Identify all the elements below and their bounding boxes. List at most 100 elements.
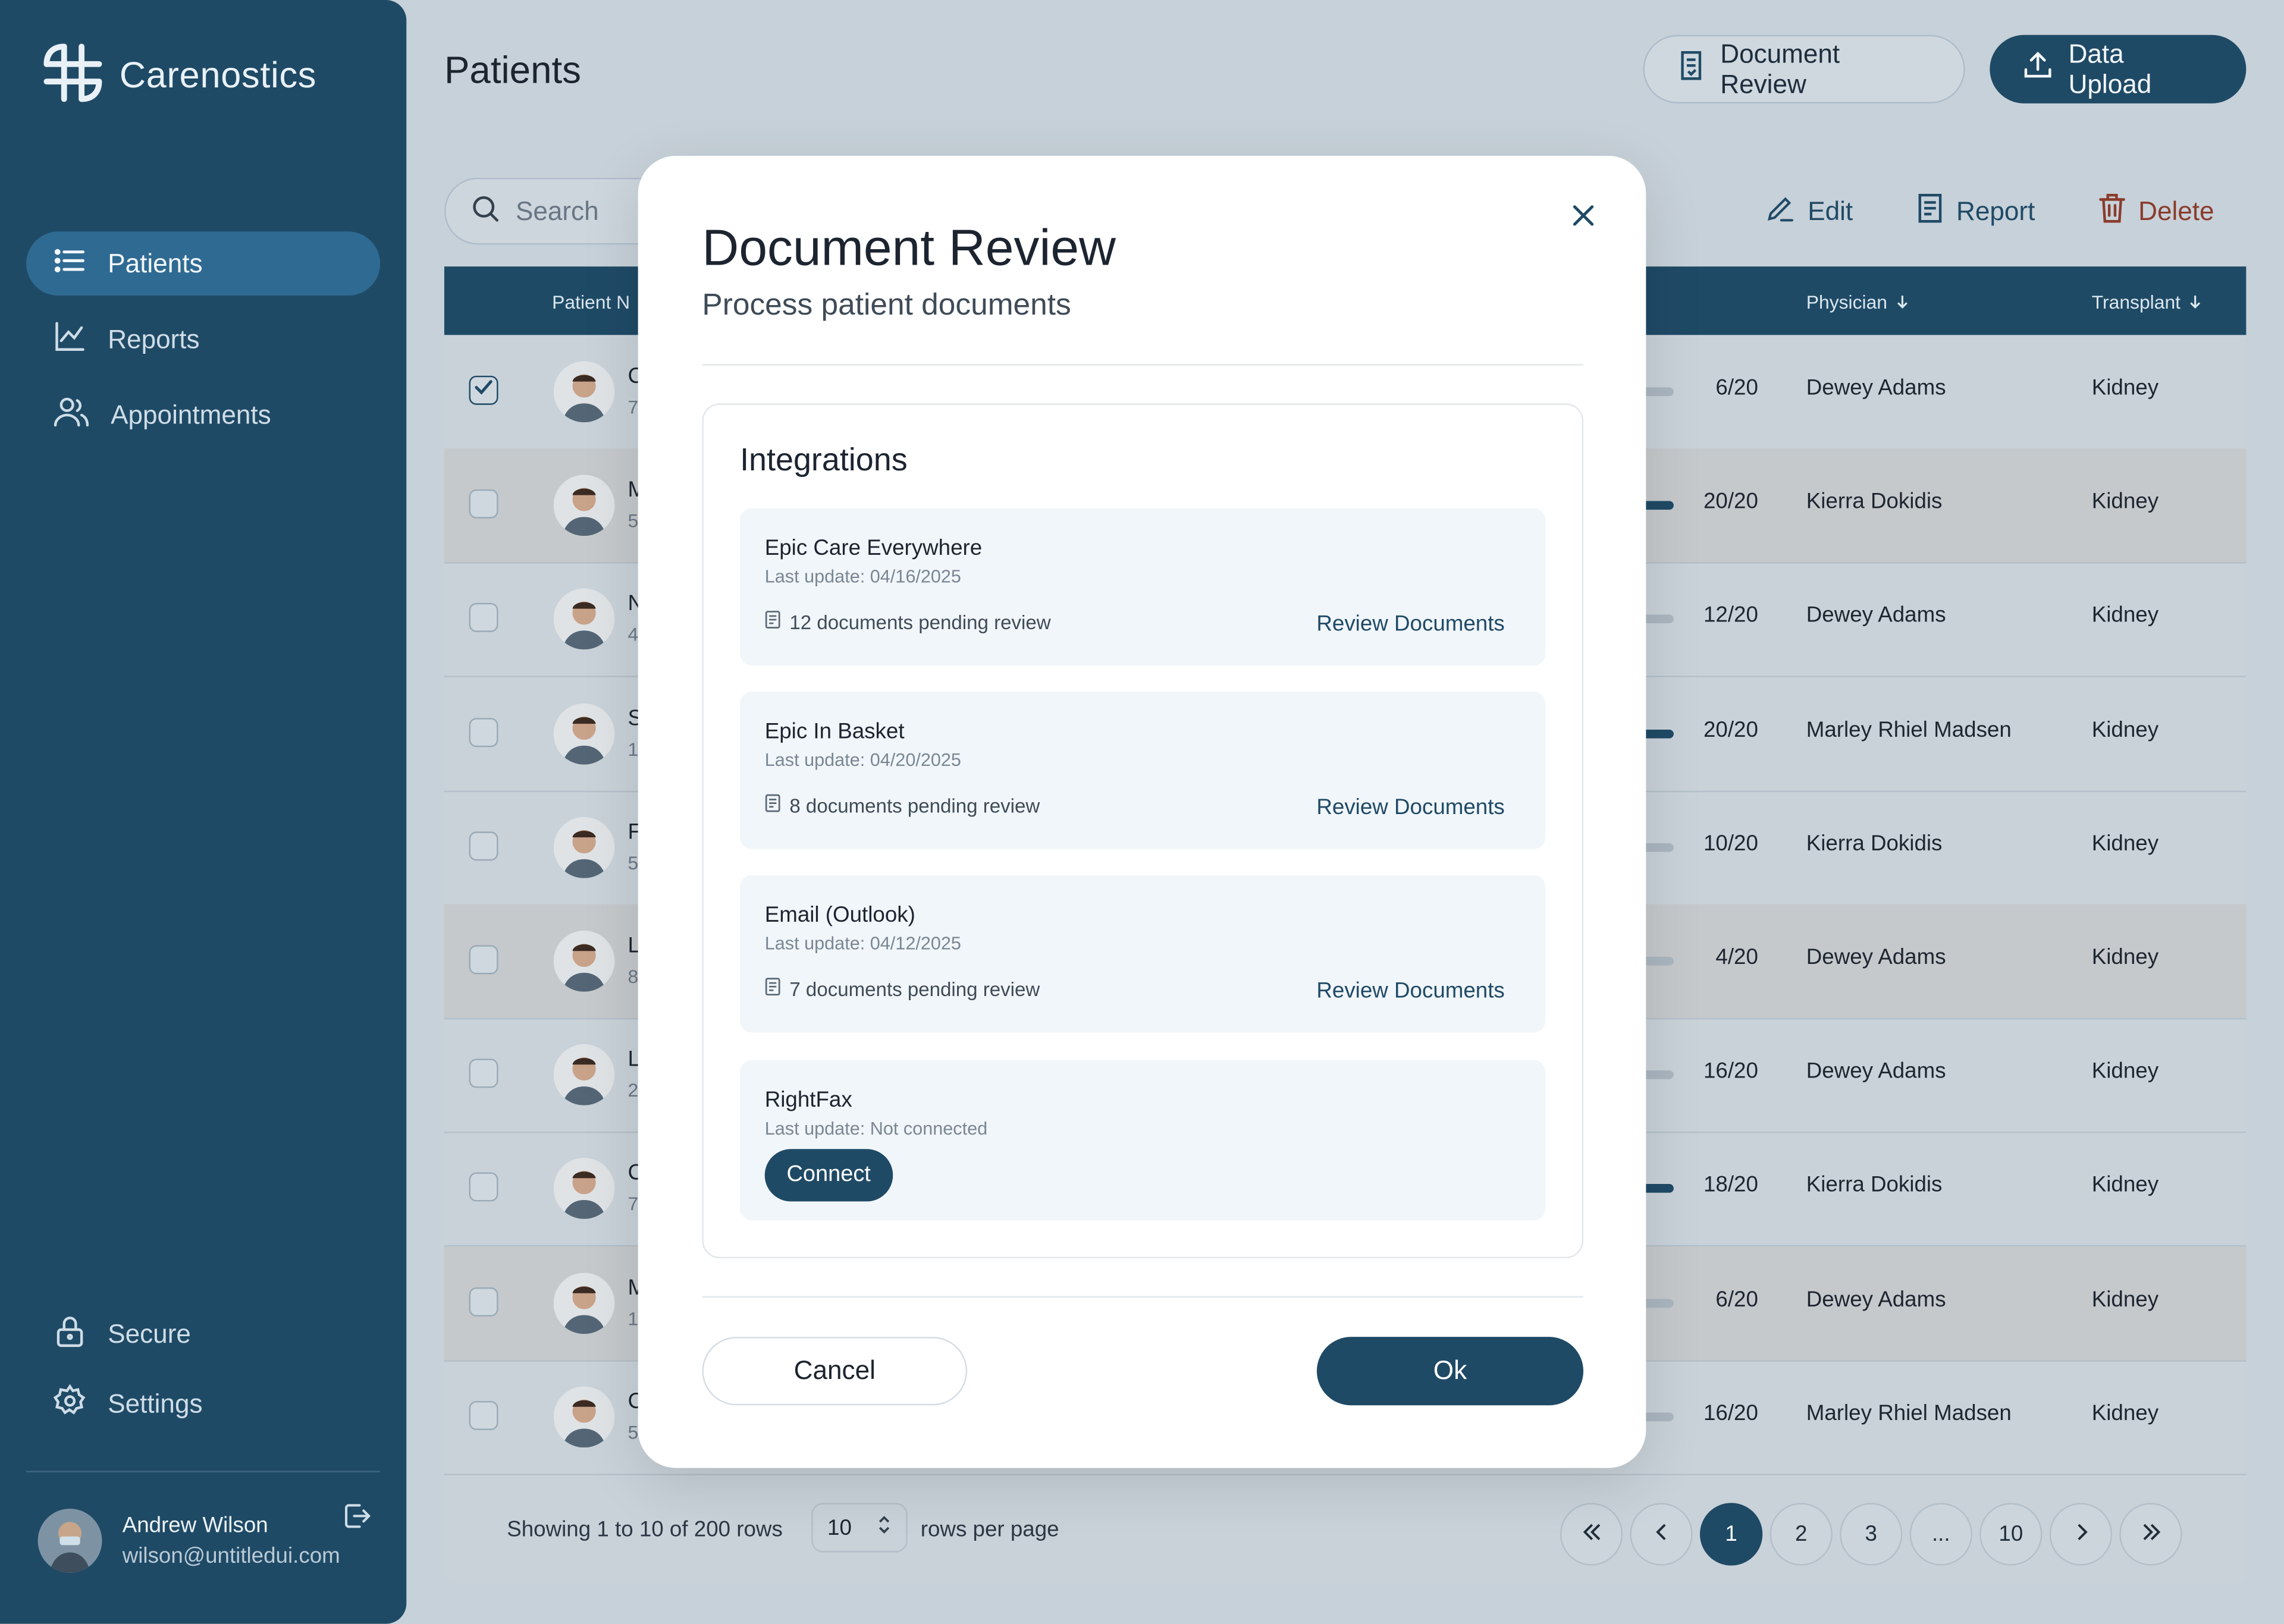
document-icon <box>765 794 781 817</box>
review-documents-link[interactable]: Review Documents <box>1316 979 1504 1004</box>
patient-sub: 1 <box>628 1307 639 1329</box>
progress-bar <box>1642 728 1674 738</box>
first-page-button[interactable] <box>1560 1503 1623 1566</box>
progress-count: 16/20 <box>1703 1400 1758 1426</box>
integration-card-rightfax: RightFax Last update: Not connected Conn… <box>740 1060 1546 1221</box>
review-documents-link[interactable]: Review Documents <box>1316 612 1504 637</box>
row-checkbox[interactable] <box>469 1058 498 1088</box>
transplant-type: Kidney <box>2091 1286 2159 1312</box>
header-transplant[interactable]: Transplant <box>2092 291 2203 313</box>
integration-last-update: Last update: 04/16/2025 <box>764 566 961 587</box>
physician-name: Dewey Adams <box>1806 603 1946 629</box>
report-label: Report <box>1956 196 2035 226</box>
avatar[interactable] <box>37 1509 102 1573</box>
integration-pending: 7 documents pending review <box>765 977 1040 1000</box>
row-checkbox[interactable] <box>469 1400 498 1430</box>
progress-count: 10/20 <box>1703 831 1758 856</box>
sidebar-item-appointments[interactable]: Appointments <box>26 383 380 447</box>
report-button[interactable]: Report <box>1915 192 2035 231</box>
page-button[interactable]: 1 <box>1699 1503 1763 1566</box>
transplant-type: Kidney <box>2091 1173 2159 1198</box>
patient-sub: 2 <box>628 1079 639 1101</box>
patient-avatar <box>553 1272 615 1334</box>
gear-icon <box>52 1383 87 1425</box>
document-review-button[interactable]: Document Review <box>1643 34 1965 103</box>
patient-sub: 4 <box>628 624 639 646</box>
row-checkbox[interactable] <box>469 1173 498 1202</box>
transplant-type: Kidney <box>2091 603 2159 629</box>
row-checkbox[interactable] <box>469 945 498 975</box>
integration-card-epic-in-basket: Epic In Basket Last update: 04/20/2025 8… <box>740 692 1546 849</box>
carenostics-logo-icon <box>38 38 108 115</box>
page-button[interactable]: 2 <box>1770 1503 1833 1566</box>
close-icon[interactable] <box>1570 202 1596 235</box>
row-checkbox[interactable] <box>469 717 498 747</box>
row-checkbox[interactable] <box>469 1286 498 1316</box>
patient-avatar <box>553 361 615 423</box>
sidebar-item-secure[interactable]: Secure <box>26 1302 380 1366</box>
prev-page-button[interactable] <box>1630 1503 1693 1566</box>
header-physician[interactable]: Physician <box>1806 291 1909 313</box>
users-icon <box>52 394 90 436</box>
data-upload-button[interactable]: Data Upload <box>1990 34 2247 103</box>
patient-avatar <box>553 816 615 878</box>
integration-name: RightFax <box>764 1088 852 1113</box>
patient-sub: 7 <box>628 1193 639 1215</box>
search-icon <box>469 191 501 231</box>
next-page-button[interactable] <box>2049 1503 2113 1566</box>
chevron-right-icon <box>2069 1520 2092 1549</box>
delete-button[interactable]: Delete <box>2098 192 2214 231</box>
progress-bar <box>1642 1412 1674 1421</box>
page-button[interactable]: 10 <box>1979 1503 2043 1566</box>
transplant-type: Kidney <box>2091 717 2159 742</box>
ok-button[interactable]: Ok <box>1316 1337 1584 1406</box>
row-checkbox[interactable] <box>469 375 498 405</box>
transplant-type: Kidney <box>2091 489 2159 514</box>
lock-icon <box>52 1313 87 1355</box>
sidebar-item-settings[interactable]: Settings <box>26 1372 380 1436</box>
row-checkbox[interactable] <box>469 603 498 633</box>
edit-label: Edit <box>1808 196 1853 226</box>
row-checkbox[interactable] <box>469 489 498 519</box>
cancel-button[interactable]: Cancel <box>702 1337 968 1406</box>
review-documents-link[interactable]: Review Documents <box>1316 795 1504 820</box>
rows-summary: Showing 1 to 10 of 200 rows <box>507 1517 783 1543</box>
connect-button[interactable]: Connect <box>764 1149 893 1202</box>
user-email: wilson@untitledui.com <box>122 1543 340 1569</box>
logout-icon[interactable] <box>341 1500 373 1539</box>
rows-per-page-select[interactable]: 10 <box>811 1503 908 1553</box>
physician-name: Kierra Dokidis <box>1806 831 1943 856</box>
brand-logo[interactable]: Carenostics <box>38 38 316 115</box>
physician-name: Dewey Adams <box>1806 375 1946 401</box>
double-chevron-right-icon <box>2139 1520 2162 1549</box>
physician-name: Dewey Adams <box>1806 1286 1946 1312</box>
user-profile: Andrew Wilson wilson@untitledui.com <box>37 1504 373 1573</box>
sidebar-item-patients[interactable]: Patients <box>26 231 381 296</box>
page-button[interactable]: 3 <box>1840 1503 1903 1566</box>
physician-name: Marley Rhiel Madsen <box>1806 717 2012 742</box>
sidebar-item-reports[interactable]: Reports <box>26 307 380 372</box>
integrations-panel: Integrations Epic Care Everywhere Last u… <box>702 403 1584 1258</box>
double-chevron-left-icon <box>1580 1520 1603 1549</box>
progress-bar <box>1642 1070 1674 1080</box>
search-input[interactable]: Search <box>444 177 663 245</box>
edit-button[interactable]: Edit <box>1764 192 1853 231</box>
chart-line-icon <box>52 318 87 360</box>
transplant-type: Kidney <box>2091 375 2159 401</box>
progress-bar <box>1642 615 1674 624</box>
row-checkbox[interactable] <box>469 831 498 860</box>
transplant-type: Kidney <box>2091 1400 2159 1426</box>
patient-sub: 8 <box>628 965 639 988</box>
physician-name: Dewey Adams <box>1806 945 1946 970</box>
modal-divider <box>702 364 1584 366</box>
sidebar-divider <box>26 1471 381 1472</box>
chevron-left-icon <box>1649 1520 1673 1549</box>
patient-sub: 5 <box>628 1421 639 1443</box>
report-icon <box>1915 192 1944 231</box>
header-patient-name[interactable]: Patient N <box>552 291 630 313</box>
integration-last-update: Last update: 04/12/2025 <box>764 933 961 954</box>
last-page-button[interactable] <box>2119 1503 2182 1566</box>
arrow-down-icon <box>2188 291 2202 313</box>
integration-pending: 8 documents pending review <box>765 794 1040 817</box>
patient-sub: 5 <box>628 510 639 532</box>
